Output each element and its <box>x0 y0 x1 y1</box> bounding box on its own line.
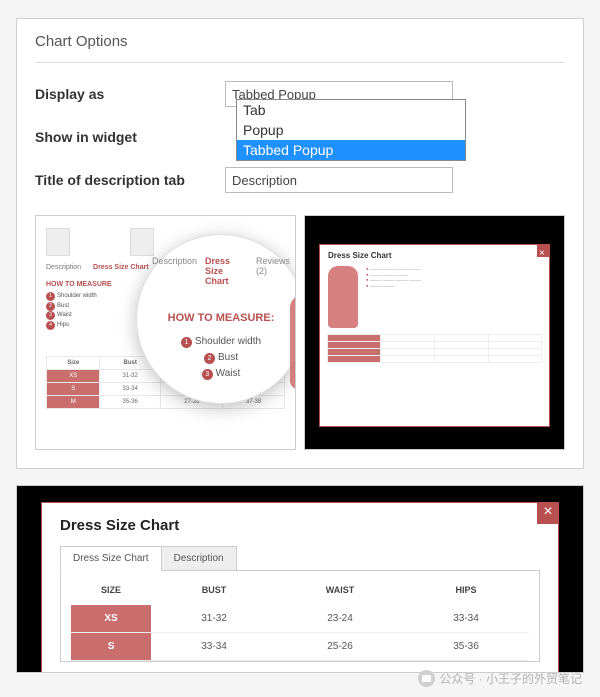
tab-description: Description <box>46 264 81 271</box>
th-size: SIZE <box>71 585 151 605</box>
popup-mini-table <box>327 334 542 363</box>
popup-info-text: ● ——— ——— ——— ——— ● ——— ——— ——— ● ——— ——… <box>366 266 541 328</box>
measure-item: Hips <box>57 322 69 328</box>
lens-tab-reviews: Reviews (2) <box>256 256 290 286</box>
tab-description[interactable]: Description <box>161 546 237 571</box>
measure-item: Bust <box>57 303 69 309</box>
measure-item: Waist <box>57 312 72 318</box>
product-thumb <box>130 228 154 256</box>
lens-measure: Waist <box>216 368 241 379</box>
dropdown-display-as[interactable]: Tab Popup Tabbed Popup <box>236 99 466 161</box>
table-row: S 33-34 25-26 35-36 <box>71 633 529 661</box>
input-title-tab[interactable] <box>225 167 453 193</box>
body-silhouette-icon <box>328 266 358 328</box>
lens-measure: Shoulder width <box>195 336 261 347</box>
popup-title: Dress Size Chart <box>60 517 540 534</box>
close-icon[interactable] <box>537 245 549 257</box>
body-silhouette-icon <box>290 294 296 389</box>
row-title-tab: Title of description tab <box>35 167 565 193</box>
watermark: 公众号 · 小王子的外贸笔记 <box>418 670 582 687</box>
label-show-in-widget: Show in widget <box>35 129 225 145</box>
option-popup[interactable]: Popup <box>237 120 465 140</box>
preview-tabbed-popup: Dress Size Chart Dress Size Chart Descri… <box>16 485 584 673</box>
lens-tab-size-chart: Dress Size Chart <box>205 256 248 286</box>
chart-options-panel: Chart Options Display as Tab Popup Tabbe… <box>16 18 584 469</box>
tab-size-chart: Dress Size Chart <box>93 264 149 271</box>
measure-item: Shoulder width <box>57 293 97 299</box>
lens-tab-description: Description <box>152 256 197 286</box>
th-hips: HIPS <box>403 585 529 605</box>
close-icon[interactable]: × <box>537 502 559 524</box>
label-display-as: Display as <box>35 86 225 102</box>
wechat-icon <box>418 670 435 687</box>
popup-title: Dress Size Chart <box>320 245 549 266</box>
lens-how-to: HOW TO MEASURE: <box>152 312 290 324</box>
label-title-tab: Title of description tab <box>35 172 225 188</box>
preview-tabbed-page: Description Dress Size Chart Reviews (2)… <box>35 215 296 450</box>
product-thumb <box>46 228 70 256</box>
option-tab[interactable]: Tab <box>237 100 465 120</box>
lens-measure: Bust <box>218 352 238 363</box>
tab-size-chart[interactable]: Dress Size Chart <box>60 546 162 571</box>
size-chart-table: SIZE BUST WAIST HIPS XS 31-32 23-24 33-3… <box>71 585 529 661</box>
preview-popup: Dress Size Chart ● ——— ——— ——— ——— ● ———… <box>304 215 565 450</box>
th-bust: BUST <box>151 585 277 605</box>
th-waist: WAIST <box>277 585 403 605</box>
panel-title: Chart Options <box>35 33 565 63</box>
table-row: XS 31-32 23-24 33-34 <box>71 605 529 633</box>
option-tabbed-popup[interactable]: Tabbed Popup <box>237 140 465 160</box>
zoom-lens: Description Dress Size Chart Reviews (2)… <box>136 234 296 404</box>
watermark-text: 公众号 · 小王子的外贸笔记 <box>439 670 582 687</box>
